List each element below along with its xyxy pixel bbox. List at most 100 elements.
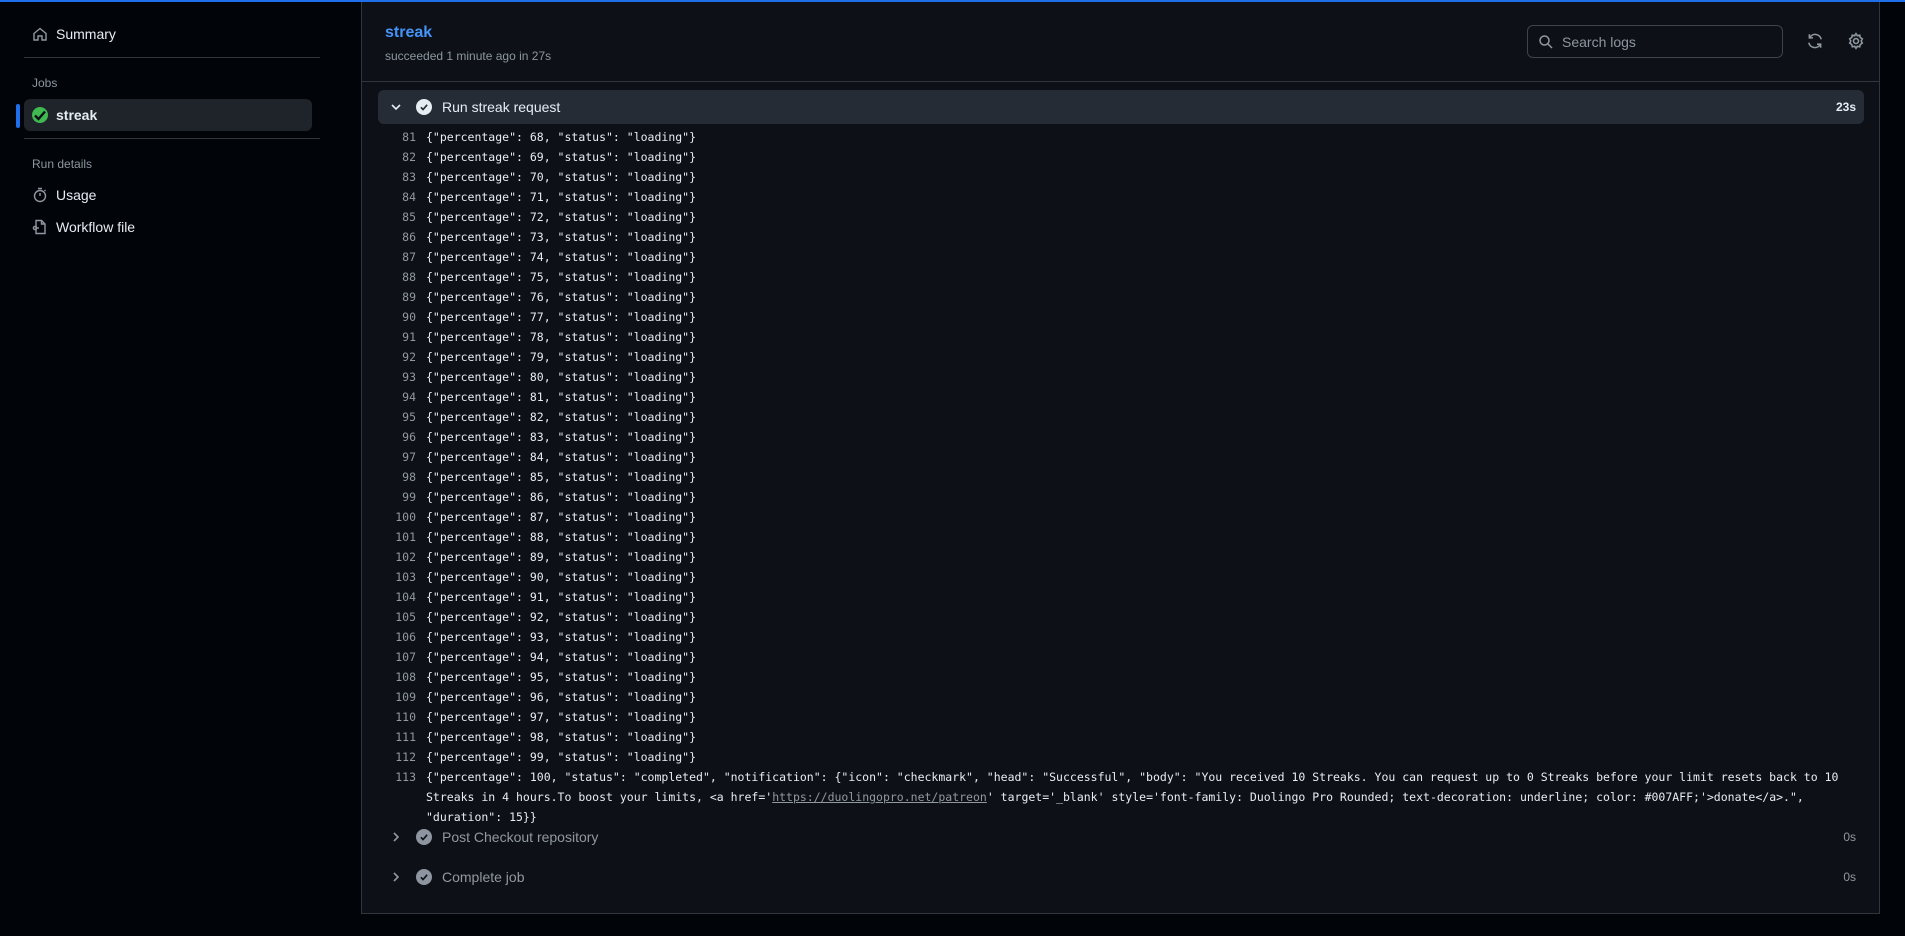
line-number[interactable]: 86 bbox=[378, 227, 426, 247]
sidebar-item-streak-job[interactable]: streak bbox=[24, 99, 312, 131]
line-number[interactable]: 100 bbox=[378, 507, 426, 527]
log-text: {"percentage": 69, "status": "loading"} bbox=[426, 150, 697, 164]
line-number[interactable]: 88 bbox=[378, 267, 426, 287]
step-label: Post Checkout repository bbox=[442, 829, 599, 845]
line-number[interactable]: 97 bbox=[378, 447, 426, 467]
workflow-file-icon bbox=[32, 219, 48, 235]
line-number[interactable]: 109 bbox=[378, 687, 426, 707]
log-line: 104 {"percentage": 91, "status": "loading… bbox=[378, 587, 1868, 607]
line-number[interactable]: 99 bbox=[378, 487, 426, 507]
active-indicator bbox=[16, 104, 20, 128]
log-text: {"percentage": 80, "status": "loading"} bbox=[426, 370, 697, 384]
search-logs-input[interactable] bbox=[1562, 33, 1762, 50]
line-number[interactable]: 113 bbox=[378, 767, 426, 787]
line-number[interactable]: 82 bbox=[378, 147, 426, 167]
log-line: 106 {"percentage": 93, "status": "loading… bbox=[378, 627, 1868, 647]
log-text: {"percentage": 83, "status": "loading"} bbox=[426, 430, 697, 444]
step-post-checkout-repository[interactable]: Post Checkout repository 0s bbox=[378, 820, 1864, 854]
log-text: {"percentage": 99, "status": "loading"} bbox=[426, 750, 697, 764]
line-number[interactable]: 106 bbox=[378, 627, 426, 647]
log-text: {"percentage": 73, "status": "loading"} bbox=[426, 230, 697, 244]
sidebar-item-summary[interactable]: Summary bbox=[24, 18, 312, 50]
log-line-final: 113 {"percentage": 100, "status": "comple… bbox=[378, 767, 1868, 824]
sync-icon bbox=[1808, 33, 1822, 49]
line-number[interactable]: 105 bbox=[378, 607, 426, 627]
log-text: {"percentage": 86, "status": "loading"} bbox=[426, 490, 697, 504]
line-number[interactable]: 104 bbox=[378, 587, 426, 607]
log-line: 86 {"percentage": 73, "status": "loading"… bbox=[378, 227, 1868, 247]
line-number[interactable]: 102 bbox=[378, 547, 426, 567]
log-line: 103 {"percentage": 90, "status": "loading… bbox=[378, 567, 1868, 587]
patreon-link[interactable]: https://duolingopro.net/patreon bbox=[772, 790, 987, 804]
line-number[interactable]: 87 bbox=[378, 247, 426, 267]
line-number[interactable]: 91 bbox=[378, 327, 426, 347]
sidebar-item-usage[interactable]: Usage bbox=[24, 179, 312, 211]
log-text: {"percentage": 92, "status": "loading"} bbox=[426, 610, 697, 624]
sidebar-item-label: Usage bbox=[56, 187, 97, 203]
run-details-heading: Run details bbox=[32, 157, 93, 171]
log-line: 82 {"percentage": 69, "status": "loading"… bbox=[378, 147, 1868, 167]
log-line: 97 {"percentage": 84, "status": "loading"… bbox=[378, 447, 1868, 467]
line-number[interactable]: 90 bbox=[378, 307, 426, 327]
refresh-button[interactable] bbox=[1806, 32, 1824, 50]
step-success-icon bbox=[416, 869, 432, 885]
log-line: 95 {"percentage": 82, "status": "loading"… bbox=[378, 407, 1868, 427]
line-number[interactable]: 93 bbox=[378, 367, 426, 387]
line-number[interactable]: 101 bbox=[378, 527, 426, 547]
jobs-heading: Jobs bbox=[32, 76, 58, 90]
line-number[interactable]: 94 bbox=[378, 387, 426, 407]
log-line: 112 {"percentage": 99, "status": "loading… bbox=[378, 747, 1868, 767]
line-number[interactable]: 84 bbox=[378, 187, 426, 207]
step-run-streak-request[interactable]: Run streak request 23s bbox=[378, 90, 1864, 124]
line-number[interactable]: 111 bbox=[378, 727, 426, 747]
stopwatch-icon bbox=[32, 187, 48, 203]
line-number[interactable]: 83 bbox=[378, 167, 426, 187]
log-text: {"percentage": 79, "status": "loading"} bbox=[426, 350, 697, 364]
job-status-summary: succeeded 1 minute ago in 27s bbox=[385, 49, 552, 63]
line-number[interactable]: 98 bbox=[378, 467, 426, 487]
step-duration: 0s bbox=[1843, 830, 1856, 844]
gear-icon bbox=[1848, 32, 1864, 50]
log-text: {"percentage": 82, "status": "loading"} bbox=[426, 410, 697, 424]
settings-button[interactable] bbox=[1847, 32, 1865, 50]
sidebar-item-label: Summary bbox=[56, 26, 116, 42]
success-check-icon bbox=[32, 107, 48, 123]
log-line: 89 {"percentage": 76, "status": "loading"… bbox=[378, 287, 1868, 307]
job-header: streak succeeded 1 minute ago in 27s bbox=[362, 2, 1879, 82]
log-text: {"percentage": 91, "status": "loading"} bbox=[426, 590, 697, 604]
log-line: 107 {"percentage": 94, "status": "loading… bbox=[378, 647, 1868, 667]
line-number[interactable]: 92 bbox=[378, 347, 426, 367]
line-number[interactable]: 85 bbox=[378, 207, 426, 227]
log-line: 98 {"percentage": 85, "status": "loading"… bbox=[378, 467, 1868, 487]
log-text: {"percentage": 71, "status": "loading"} bbox=[426, 190, 697, 204]
line-number[interactable]: 95 bbox=[378, 407, 426, 427]
log-line: 100 {"percentage": 87, "status": "loading… bbox=[378, 507, 1868, 527]
log-text: {"percentage": 88, "status": "loading"} bbox=[426, 530, 697, 544]
job-log-panel: streak succeeded 1 minute ago in 27s Run… bbox=[361, 2, 1880, 914]
search-logs-box[interactable] bbox=[1527, 25, 1783, 58]
line-number[interactable]: 81 bbox=[378, 127, 426, 147]
line-number[interactable]: 96 bbox=[378, 427, 426, 447]
step-duration: 23s bbox=[1835, 100, 1856, 114]
log-text: {"percentage": 81, "status": "loading"} bbox=[426, 390, 697, 404]
log-line: 94 {"percentage": 81, "status": "loading"… bbox=[378, 387, 1868, 407]
log-line: 92 {"percentage": 79, "status": "loading"… bbox=[378, 347, 1868, 367]
line-number[interactable]: 112 bbox=[378, 747, 426, 767]
log-text: {"percentage": 100, "status": "completed… bbox=[426, 767, 1846, 827]
step-complete-job[interactable]: Complete job 0s bbox=[378, 860, 1864, 894]
log-text: {"percentage": 75, "status": "loading"} bbox=[426, 270, 697, 284]
sidebar-item-workflow-file[interactable]: Workflow file bbox=[24, 211, 312, 243]
log-line: 111 {"percentage": 98, "status": "loading… bbox=[378, 727, 1868, 747]
job-title[interactable]: streak bbox=[385, 24, 432, 42]
line-number[interactable]: 103 bbox=[378, 567, 426, 587]
line-number[interactable]: 110 bbox=[378, 707, 426, 727]
line-number[interactable]: 89 bbox=[378, 287, 426, 307]
line-number[interactable]: 108 bbox=[378, 667, 426, 687]
sidebar-item-label: Workflow file bbox=[56, 219, 136, 235]
log-line: 88 {"percentage": 75, "status": "loading"… bbox=[378, 267, 1868, 287]
log-line: 99 {"percentage": 86, "status": "loading"… bbox=[378, 487, 1868, 507]
log-text: {"percentage": 96, "status": "loading"} bbox=[426, 690, 697, 704]
line-number[interactable]: 107 bbox=[378, 647, 426, 667]
log-text: {"percentage": 85, "status": "loading"} bbox=[426, 470, 697, 484]
log-line: 105 {"percentage": 92, "status": "loading… bbox=[378, 607, 1868, 627]
